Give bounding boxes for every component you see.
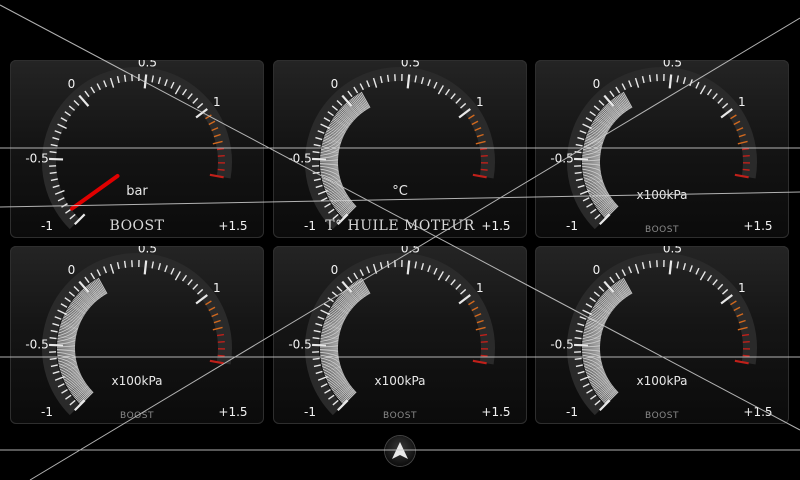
minor-tick (312, 151, 320, 154)
minor-tick (480, 354, 488, 357)
minor-tick (648, 74, 652, 82)
minor-tick (742, 354, 750, 357)
minor-tick (574, 337, 582, 340)
gauge-label: BOOST (383, 411, 417, 421)
tick-label: 1 (476, 95, 484, 109)
tick-label: 0 (68, 263, 76, 277)
gauge-unit: x100kPa (111, 374, 163, 388)
fill-segment (582, 164, 601, 168)
tick-label: 0.5 (401, 246, 420, 256)
gauge-unit: bar (126, 184, 148, 199)
tick-label: 0 (593, 263, 601, 277)
fill-segment (320, 349, 339, 352)
minor-tick (49, 151, 57, 154)
gauge-panel[interactable]: -1 -0.5 0 0.5 1 +1.5 bar BOOST (10, 60, 264, 238)
tick-label: 1 (738, 281, 746, 295)
navigation-button[interactable] (385, 436, 415, 466)
tick-label: -0.5 (550, 338, 573, 352)
minor-tick (312, 171, 320, 175)
fill-segment (582, 350, 601, 354)
major-tick (406, 260, 411, 275)
minor-tick (217, 341, 225, 343)
tick-label: 0.5 (138, 60, 157, 70)
minor-tick (49, 357, 57, 361)
minor-tick (217, 168, 225, 171)
major-tick (668, 74, 673, 89)
gauge-unit: x100kPa (636, 188, 688, 202)
fill-segment (320, 164, 339, 168)
minor-tick (480, 155, 488, 157)
gauge-dial: -1-0.500.51+1.5 (288, 60, 510, 233)
minor-tick (574, 171, 582, 175)
fill-segment (582, 163, 601, 166)
major-tick (143, 260, 148, 275)
tick-label: 0.5 (401, 60, 420, 70)
minor-tick (742, 155, 750, 157)
minor-tick (312, 357, 320, 361)
minor-tick (648, 260, 652, 268)
fill-segment (582, 349, 601, 352)
tick-label: 0 (593, 77, 601, 91)
gauge-label: BOOST (645, 225, 679, 235)
gauge-label: BOOST (109, 218, 165, 234)
gauge-unit: x100kPa (636, 374, 688, 388)
tick-label: -0.5 (288, 152, 311, 166)
gauge-panel[interactable]: -1 -0.5 0 0.5 1 +1.5 °C T° HUILE MOTEUR (273, 60, 527, 238)
tick-label: 1 (213, 281, 221, 295)
tick-label: 1 (213, 95, 221, 109)
major-tick (406, 74, 411, 89)
tick-label: 1 (738, 95, 746, 109)
gauge-label: BOOST (645, 411, 679, 421)
minor-tick (480, 168, 488, 171)
minor-tick (742, 168, 750, 171)
minor-tick (574, 151, 582, 154)
arrow-up-icon (392, 442, 408, 459)
gauge-label: T° HUILE MOTEUR (325, 218, 475, 234)
tick-label: -0.5 (25, 338, 48, 352)
minor-tick (386, 74, 390, 82)
gauge-dial: -1-0.500.51+1.5 (550, 246, 772, 419)
gauge-panel[interactable]: -1 -0.5 0 0.5 1 +1.5 x100kPa BOOST (535, 60, 789, 238)
minor-tick (49, 171, 57, 175)
minor-tick (217, 354, 225, 357)
tick-label: -0.5 (288, 338, 311, 352)
gauge-unit: °C (392, 184, 408, 199)
minor-tick (49, 337, 57, 340)
tick-label: -0.5 (25, 152, 48, 166)
minor-tick (386, 260, 390, 268)
gauge-bezel (42, 67, 232, 230)
minor-tick (574, 357, 582, 361)
minor-tick (312, 337, 320, 340)
gauge-dial: -1-0.500.51+1.5 (288, 246, 510, 419)
fill-segment (320, 350, 339, 354)
gauge-panel[interactable]: -1 -0.5 0 0.5 1 +1.5 x100kPa BOOST (10, 246, 264, 424)
gauge-dial: -1-0.500.51+1.5 (25, 60, 247, 233)
tick-label: 1 (476, 281, 484, 295)
fill-segment (320, 163, 339, 166)
minor-tick (217, 155, 225, 157)
gauge-dial: -1-0.500.51+1.5 (25, 246, 247, 419)
tick-label: 0 (331, 77, 339, 91)
gauge-dial: -1-0.500.51+1.5 (550, 60, 772, 233)
minor-tick (742, 341, 750, 343)
gauge-panel[interactable]: -1 -0.5 0 0.5 1 +1.5 x100kPa BOOST (273, 246, 527, 424)
minor-tick (480, 341, 488, 343)
minor-tick (123, 74, 127, 82)
tick-label: 0 (68, 77, 76, 91)
fill-segment (57, 350, 76, 354)
tick-label: 0.5 (138, 246, 157, 256)
tick-label: -0.5 (550, 152, 573, 166)
gauge-unit: x100kPa (374, 374, 426, 388)
tick-label: 0.5 (663, 246, 682, 256)
major-tick (143, 74, 148, 89)
tick-label: 0.5 (663, 60, 682, 70)
gauge-panel[interactable]: -1 -0.5 0 0.5 1 +1.5 x100kPa BOOST (535, 246, 789, 424)
tick-label: 0 (331, 263, 339, 277)
gauge-label: BOOST (120, 411, 154, 421)
minor-tick (123, 260, 127, 268)
major-tick (668, 260, 673, 275)
fill-segment (57, 349, 76, 352)
